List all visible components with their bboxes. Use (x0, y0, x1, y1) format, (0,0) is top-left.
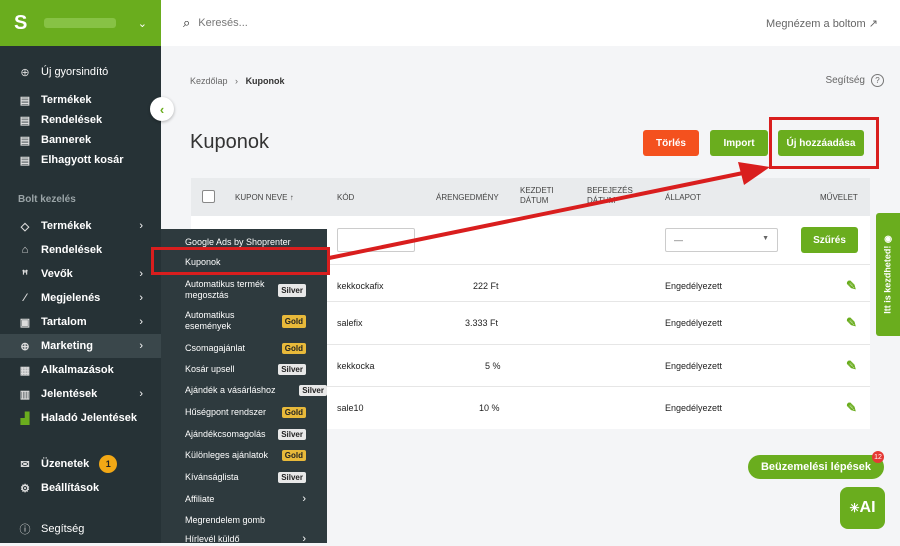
sparkle-icon: ✳ (849, 501, 860, 515)
arrow-head (738, 162, 770, 185)
setup-steps-button[interactable]: Beüzemelési lépések (748, 455, 884, 479)
lifebuoy-icon: ◉ (882, 235, 893, 244)
ai-assistant-button[interactable]: ✳ AI (840, 487, 885, 529)
start-here-tab[interactable]: Itt is kezdheted! ◉ (876, 213, 900, 336)
start-here-label: Itt is kezdheted! (882, 245, 893, 314)
arrow-line (328, 170, 749, 260)
chevron-left-icon: ‹ (159, 101, 165, 117)
collapse-sidebar-button[interactable]: ‹ (150, 97, 174, 121)
setup-steps-count-badge: 12 (872, 451, 884, 463)
ai-label: AI (859, 499, 876, 516)
